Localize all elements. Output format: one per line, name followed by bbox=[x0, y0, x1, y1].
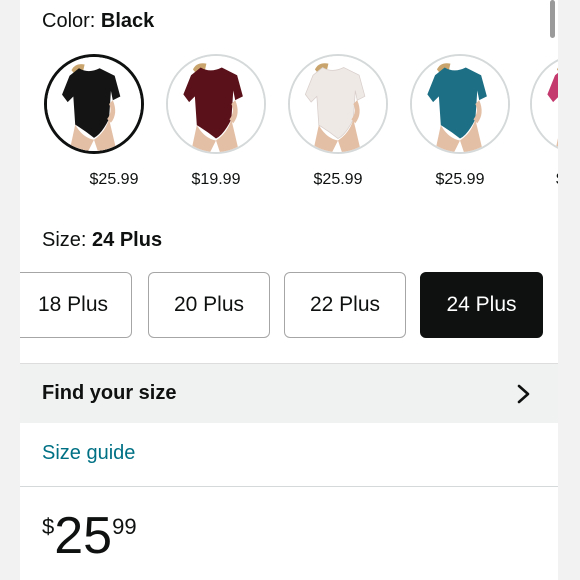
price-whole: 25 bbox=[54, 507, 113, 565]
find-your-size-row[interactable]: Find your size bbox=[20, 363, 558, 423]
section-divider bbox=[20, 486, 558, 487]
swatch-price: $25.99 bbox=[435, 171, 485, 188]
selected-size-name: 24 Plus bbox=[92, 229, 163, 251]
size-heading: Size: 24 Plus bbox=[42, 229, 162, 252]
swatch-price: $19.99 bbox=[191, 171, 241, 188]
swatch-price: $ bbox=[530, 171, 558, 189]
chevron-right-icon bbox=[517, 384, 530, 404]
color-swatch-teal[interactable] bbox=[410, 54, 510, 154]
find-your-size-label: Find your size bbox=[42, 382, 177, 404]
swatch-price: $25.99 bbox=[313, 171, 363, 188]
price-currency-symbol: $ bbox=[42, 514, 55, 539]
bodysuit-white-image bbox=[290, 56, 386, 152]
bodysuit-black-image bbox=[47, 57, 141, 151]
bodysuit-pink-image bbox=[532, 56, 558, 152]
size-option-18-plus[interactable]: 18 Plus bbox=[20, 272, 132, 338]
selected-color-name: Black bbox=[100, 10, 155, 32]
color-swatch-black[interactable] bbox=[44, 54, 144, 154]
size-option-22-plus[interactable]: 22 Plus bbox=[284, 272, 406, 338]
size-option-24-plus[interactable]: 24 Plus bbox=[420, 272, 543, 338]
color-heading: Color: Black bbox=[42, 10, 154, 33]
product-options-panel: Color: Black $25.99 $19.99 $25.99 $25.99… bbox=[20, 0, 558, 580]
scrollbar-thumb[interactable] bbox=[550, 0, 555, 38]
color-swatch-burgundy[interactable] bbox=[166, 54, 266, 154]
size-label: Size: bbox=[42, 229, 87, 251]
price-fraction: 99 bbox=[112, 514, 137, 539]
size-guide-link[interactable]: Size guide bbox=[42, 442, 135, 465]
bodysuit-burgundy-image bbox=[168, 56, 264, 152]
color-label: Color: bbox=[42, 10, 96, 32]
size-option-20-plus[interactable]: 20 Plus bbox=[148, 272, 270, 338]
bodysuit-teal-image bbox=[412, 56, 508, 152]
color-swatch-white[interactable] bbox=[288, 54, 388, 154]
color-swatch-pink[interactable] bbox=[530, 54, 558, 154]
product-price: $ 25 99 bbox=[42, 508, 137, 564]
swatch-price: $25.99 bbox=[89, 171, 139, 188]
